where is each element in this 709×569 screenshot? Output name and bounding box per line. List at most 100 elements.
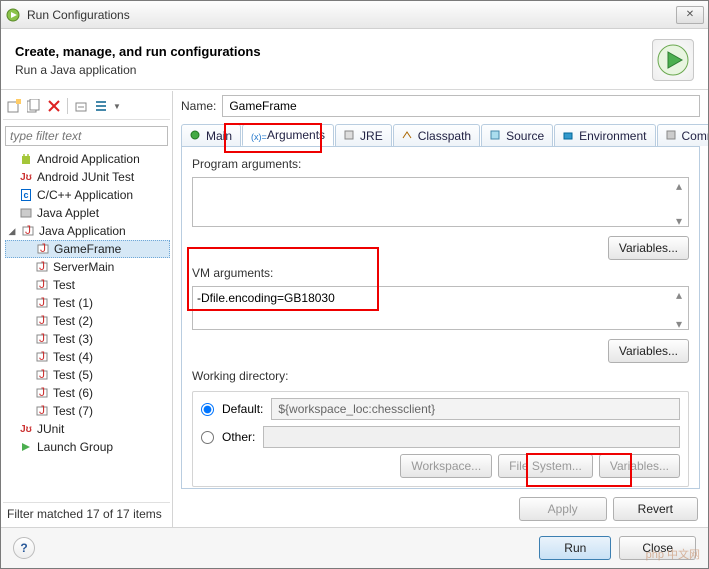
environment-tab-icon	[563, 130, 575, 142]
tab-source[interactable]: Source	[481, 124, 553, 146]
run-badge-icon	[652, 39, 694, 81]
toolbar-separator	[67, 98, 68, 114]
common-tab-icon	[666, 130, 678, 142]
tree-item-java-child[interactable]: JTest (5)	[5, 366, 170, 384]
filesystem-button[interactable]: File System...	[498, 454, 593, 478]
source-tab-icon	[490, 130, 502, 142]
svg-text:J: J	[39, 297, 45, 309]
filter-menu-icon[interactable]	[92, 97, 110, 115]
left-toolbar: ▼	[3, 95, 170, 120]
working-dir-group: Default: Other: Workspace... File System…	[192, 391, 689, 487]
body: ▼ Android Application JʊAndroid JUnit Te…	[1, 90, 708, 527]
apply-button[interactable]: Apply	[519, 497, 607, 521]
tree-item-label: GameFrame	[54, 242, 121, 256]
right-panel: Name: Main (x)=Arguments JRE Classpath S…	[173, 91, 708, 527]
classpath-tab-icon	[402, 130, 414, 142]
tree-item-android-app[interactable]: Android Application	[5, 150, 170, 168]
tree-item-java-child[interactable]: J Test (3)	[5, 330, 170, 348]
run-button[interactable]: Run	[539, 536, 611, 560]
tab-environment[interactable]: Environment	[554, 124, 655, 146]
tree-item-java-child[interactable]: JTest (6)	[5, 384, 170, 402]
tab-jre[interactable]: JRE	[335, 124, 392, 146]
program-variables-button[interactable]: Variables...	[608, 236, 689, 260]
tree-item-java-child[interactable]: JTest	[5, 276, 170, 294]
tree-item-label: Test (1)	[53, 296, 93, 310]
java-run-icon: J	[35, 368, 49, 382]
collapse-all-icon[interactable]	[72, 97, 90, 115]
java-run-icon: J	[35, 278, 49, 292]
header: Create, manage, and run configurations R…	[1, 29, 708, 90]
tab-common[interactable]: Common	[657, 124, 709, 146]
tree-item-java-child[interactable]: J ServerMain	[5, 258, 170, 276]
new-config-icon[interactable]	[5, 97, 23, 115]
titlebar: Run Configurations ✕	[1, 1, 708, 29]
filter-input[interactable]	[5, 126, 168, 146]
tree-item-java-child[interactable]: J Test (4)	[5, 348, 170, 366]
bottom-bar: ? Run Close php 中文网	[1, 527, 708, 568]
java-run-icon: J	[36, 242, 50, 256]
svg-text:J: J	[40, 243, 46, 255]
svg-text:J: J	[39, 351, 45, 363]
other-radio-label: Other:	[222, 430, 255, 444]
filter-status: Filter matched 17 of 17 items	[3, 502, 170, 525]
tree-item-label: Test (2)	[53, 314, 93, 328]
config-tree[interactable]: Android Application JʊAndroid JUnit Test…	[3, 150, 170, 502]
other-radio[interactable]	[201, 431, 214, 444]
workspace-button[interactable]: Workspace...	[400, 454, 492, 478]
close-button[interactable]: Close	[619, 536, 696, 560]
program-args-label: Program arguments:	[192, 157, 689, 171]
tree-item-label: ServerMain	[53, 260, 114, 274]
program-args-textarea[interactable]	[192, 177, 689, 227]
java-run-icon: J	[35, 386, 49, 400]
tab-classpath[interactable]: Classpath	[393, 124, 480, 146]
applet-icon	[19, 206, 33, 220]
svg-text:J: J	[39, 279, 45, 291]
svg-text:J: J	[39, 333, 45, 345]
tree-item-android-junit[interactable]: JʊAndroid JUnit Test	[5, 168, 170, 186]
twisty-icon[interactable]: ◢	[7, 226, 17, 237]
tree-item-launch-group[interactable]: Launch Group	[5, 438, 170, 456]
tab-bar: Main (x)=Arguments JRE Classpath Source …	[181, 123, 700, 147]
tree-item-java-child[interactable]: JTest (7)	[5, 402, 170, 420]
default-radio[interactable]	[201, 403, 214, 416]
tree-item-label: Test (4)	[53, 350, 93, 364]
tree-item-java-app[interactable]: ◢JJava Application	[5, 222, 170, 240]
java-run-icon: J	[35, 350, 49, 364]
java-run-icon: J	[35, 314, 49, 328]
tree-item-cpp[interactable]: cC/C++ Application	[5, 186, 170, 204]
tree-item-label: Test (3)	[53, 332, 93, 346]
revert-button[interactable]: Revert	[613, 497, 698, 521]
filter-box	[5, 126, 168, 146]
tree-item-junit[interactable]: JʊJUnit	[5, 420, 170, 438]
default-dir-input	[271, 398, 680, 420]
tab-main[interactable]: Main	[181, 124, 241, 146]
svg-text:J: J	[39, 261, 45, 273]
svg-text:J: J	[39, 405, 45, 417]
dropdown-arrow-icon[interactable]: ▼	[112, 97, 122, 115]
java-run-icon: J	[35, 296, 49, 310]
header-title: Create, manage, and run configurations	[15, 44, 652, 59]
tree-item-java-child[interactable]: J Test (2)	[5, 312, 170, 330]
delete-config-icon[interactable]	[45, 97, 63, 115]
vm-variables-button[interactable]: Variables...	[608, 339, 689, 363]
svg-text:J: J	[39, 387, 45, 399]
main-tab-icon	[190, 130, 202, 142]
close-window-button[interactable]: ✕	[676, 6, 704, 24]
app-icon	[5, 7, 21, 23]
name-input[interactable]	[222, 95, 700, 117]
arguments-panel: Program arguments: ▴▾ Variables... VM ar…	[181, 147, 700, 489]
window-title: Run Configurations	[27, 8, 674, 22]
dialog-window: Run Configurations ✕ Create, manage, and…	[0, 0, 709, 569]
tree-item-java-child[interactable]: J GameFrame	[5, 240, 170, 258]
android-icon	[19, 152, 33, 166]
tab-arguments[interactable]: (x)=Arguments	[242, 124, 334, 146]
tree-item-java-child[interactable]: J Test (1)	[5, 294, 170, 312]
help-button[interactable]: ?	[13, 537, 35, 559]
vm-args-textarea[interactable]	[192, 286, 689, 330]
arguments-tab-icon: (x)=	[251, 129, 263, 141]
duplicate-config-icon[interactable]	[25, 97, 43, 115]
wd-variables-button[interactable]: Variables...	[599, 454, 680, 478]
junit-icon: Jʊ	[19, 170, 33, 184]
tree-item-java-applet[interactable]: Java Applet	[5, 204, 170, 222]
svg-text:J: J	[39, 315, 45, 327]
